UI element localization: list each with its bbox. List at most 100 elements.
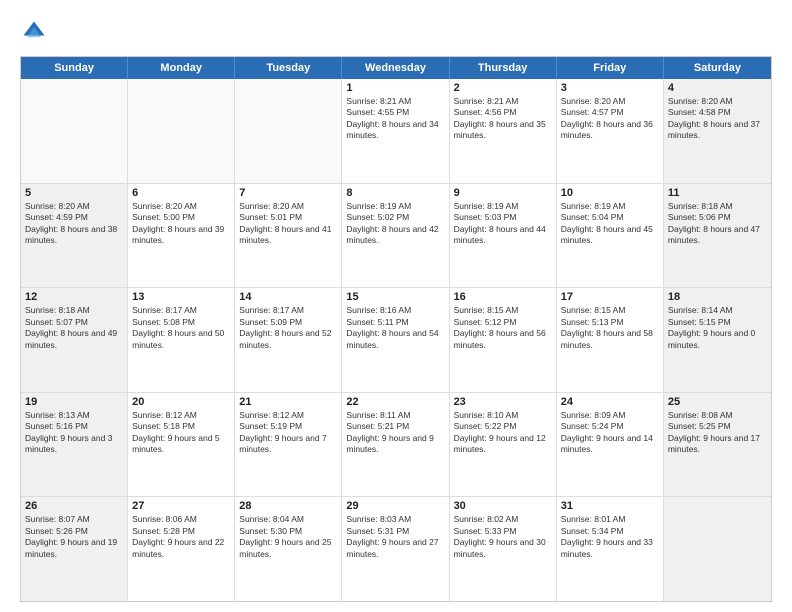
day-number-22: 22 <box>346 396 444 408</box>
sunset-17: Sunset: 5:13 PM <box>561 317 659 328</box>
sunset-28: Sunset: 5:30 PM <box>239 526 337 537</box>
sunrise-31: Sunrise: 8:01 AM <box>561 514 659 525</box>
day-cell-13: 13Sunrise: 8:17 AMSunset: 5:08 PMDayligh… <box>128 288 235 392</box>
sunset-6: Sunset: 5:00 PM <box>132 212 230 223</box>
empty-cell-0-2 <box>235 79 342 183</box>
sunrise-5: Sunrise: 8:20 AM <box>25 201 123 212</box>
daylight-4: Daylight: 8 hours and 37 minutes. <box>668 119 767 142</box>
sunrise-3: Sunrise: 8:20 AM <box>561 96 659 107</box>
day-number-29: 29 <box>346 500 444 512</box>
daylight-14: Daylight: 8 hours and 52 minutes. <box>239 328 337 351</box>
sunrise-28: Sunrise: 8:04 AM <box>239 514 337 525</box>
page: SundayMondayTuesdayWednesdayThursdayFrid… <box>0 0 792 612</box>
daylight-2: Daylight: 8 hours and 35 minutes. <box>454 119 552 142</box>
day-number-17: 17 <box>561 291 659 303</box>
day-number-8: 8 <box>346 187 444 199</box>
sunset-21: Sunset: 5:19 PM <box>239 421 337 432</box>
sunrise-4: Sunrise: 8:20 AM <box>668 96 767 107</box>
daylight-22: Daylight: 9 hours and 9 minutes. <box>346 433 444 456</box>
day-cell-3: 3Sunrise: 8:20 AMSunset: 4:57 PMDaylight… <box>557 79 664 183</box>
daylight-23: Daylight: 9 hours and 12 minutes. <box>454 433 552 456</box>
sunrise-18: Sunrise: 8:14 AM <box>668 305 767 316</box>
day-number-4: 4 <box>668 82 767 94</box>
header-sunday: Sunday <box>21 57 128 79</box>
day-cell-15: 15Sunrise: 8:16 AMSunset: 5:11 PMDayligh… <box>342 288 449 392</box>
logo-icon <box>20 18 48 46</box>
daylight-3: Daylight: 8 hours and 36 minutes. <box>561 119 659 142</box>
day-cell-4: 4 Sunrise: 8:20 AMSunset: 4:58 PMDaylight… <box>664 79 771 183</box>
calendar-row-4: 26Sunrise: 8:07 AMSunset: 5:26 PMDayligh… <box>21 496 771 601</box>
sunrise-13: Sunrise: 8:17 AM <box>132 305 230 316</box>
day-number-18: 18 <box>668 291 767 303</box>
header-tuesday: Tuesday <box>235 57 342 79</box>
sunrise-23: Sunrise: 8:10 AM <box>454 410 552 421</box>
header-wednesday: Wednesday <box>342 57 449 79</box>
sunset-26: Sunset: 5:26 PM <box>25 526 123 537</box>
sunset-11: Sunset: 5:06 PM <box>668 212 767 223</box>
day-cell-5: 5Sunrise: 8:20 AMSunset: 4:59 PMDaylight… <box>21 184 128 288</box>
day-number-1: 1 <box>346 82 444 94</box>
day-number-7: 7 <box>239 187 337 199</box>
daylight-21: Daylight: 9 hours and 7 minutes. <box>239 433 337 456</box>
sunset-15: Sunset: 5:11 PM <box>346 317 444 328</box>
sunrise-12: Sunrise: 8:18 AM <box>25 305 123 316</box>
day-cell-21: 21Sunrise: 8:12 AMSunset: 5:19 PMDayligh… <box>235 393 342 497</box>
daylight-6: Daylight: 8 hours and 39 minutes. <box>132 224 230 247</box>
day-cell-10: 10Sunrise: 8:19 AMSunset: 5:04 PMDayligh… <box>557 184 664 288</box>
sunset-13: Sunset: 5:08 PM <box>132 317 230 328</box>
sunset-16: Sunset: 5:12 PM <box>454 317 552 328</box>
day-cell-7: 7Sunrise: 8:20 AMSunset: 5:01 PMDaylight… <box>235 184 342 288</box>
day-cell-1: 1Sunrise: 8:21 AMSunset: 4:55 PMDaylight… <box>342 79 449 183</box>
header-monday: Monday <box>128 57 235 79</box>
day-number-23: 23 <box>454 396 552 408</box>
sunset-19: Sunset: 5:16 PM <box>25 421 123 432</box>
sunrise-8: Sunrise: 8:19 AM <box>346 201 444 212</box>
header-thursday: Thursday <box>450 57 557 79</box>
day-number-26: 26 <box>25 500 123 512</box>
day-number-15: 15 <box>346 291 444 303</box>
daylight-8: Daylight: 8 hours and 42 minutes. <box>346 224 444 247</box>
calendar-body: 1Sunrise: 8:21 AMSunset: 4:55 PMDaylight… <box>21 79 771 601</box>
empty-cell-4-6 <box>664 497 771 601</box>
day-cell-24: 24Sunrise: 8:09 AMSunset: 5:24 PMDayligh… <box>557 393 664 497</box>
day-number-9: 9 <box>454 187 552 199</box>
sunset-1: Sunset: 4:55 PM <box>346 107 444 118</box>
sunrise-27: Sunrise: 8:06 AM <box>132 514 230 525</box>
sunset-4: Sunset: 4:58 PM <box>668 107 767 118</box>
daylight-24: Daylight: 9 hours and 14 minutes. <box>561 433 659 456</box>
daylight-11: Daylight: 8 hours and 47 minutes. <box>668 224 767 247</box>
day-number-24: 24 <box>561 396 659 408</box>
day-cell-19: 19Sunrise: 8:13 AMSunset: 5:16 PMDayligh… <box>21 393 128 497</box>
day-cell-28: 28Sunrise: 8:04 AMSunset: 5:30 PMDayligh… <box>235 497 342 601</box>
daylight-17: Daylight: 8 hours and 58 minutes. <box>561 328 659 351</box>
day-cell-9: 9Sunrise: 8:19 AMSunset: 5:03 PMDaylight… <box>450 184 557 288</box>
sunrise-20: Sunrise: 8:12 AM <box>132 410 230 421</box>
day-number-6: 6 <box>132 187 230 199</box>
day-cell-26: 26Sunrise: 8:07 AMSunset: 5:26 PMDayligh… <box>21 497 128 601</box>
day-number-12: 12 <box>25 291 123 303</box>
sunrise-2: Sunrise: 8:21 AM <box>454 96 552 107</box>
day-cell-29: 29Sunrise: 8:03 AMSunset: 5:31 PMDayligh… <box>342 497 449 601</box>
daylight-1: Daylight: 8 hours and 34 minutes. <box>346 119 444 142</box>
sunset-8: Sunset: 5:02 PM <box>346 212 444 223</box>
sunset-18: Sunset: 5:15 PM <box>668 317 767 328</box>
day-cell-8: 8 Sunrise: 8:19 AMSunset: 5:02 PMDaylight… <box>342 184 449 288</box>
header-saturday: Saturday <box>664 57 771 79</box>
sunrise-22: Sunrise: 8:11 AM <box>346 410 444 421</box>
day-cell-16: 16Sunrise: 8:15 AMSunset: 5:12 PMDayligh… <box>450 288 557 392</box>
day-number-30: 30 <box>454 500 552 512</box>
sunset-24: Sunset: 5:24 PM <box>561 421 659 432</box>
daylight-7: Daylight: 8 hours and 41 minutes. <box>239 224 337 247</box>
empty-cell-0-1 <box>128 79 235 183</box>
day-number-16: 16 <box>454 291 552 303</box>
sunset-12: Sunset: 5:07 PM <box>25 317 123 328</box>
sunrise-9: Sunrise: 8:19 AM <box>454 201 552 212</box>
daylight-19: Daylight: 9 hours and 3 minutes. <box>25 433 123 456</box>
day-number-21: 21 <box>239 396 337 408</box>
day-cell-18: 18Sunrise: 8:14 AMSunset: 5:15 PMDayligh… <box>664 288 771 392</box>
day-number-5: 5 <box>25 187 123 199</box>
day-number-10: 10 <box>561 187 659 199</box>
sunset-27: Sunset: 5:28 PM <box>132 526 230 537</box>
day-cell-14: 14Sunrise: 8:17 AMSunset: 5:09 PMDayligh… <box>235 288 342 392</box>
calendar-row-1: 5Sunrise: 8:20 AMSunset: 4:59 PMDaylight… <box>21 183 771 288</box>
